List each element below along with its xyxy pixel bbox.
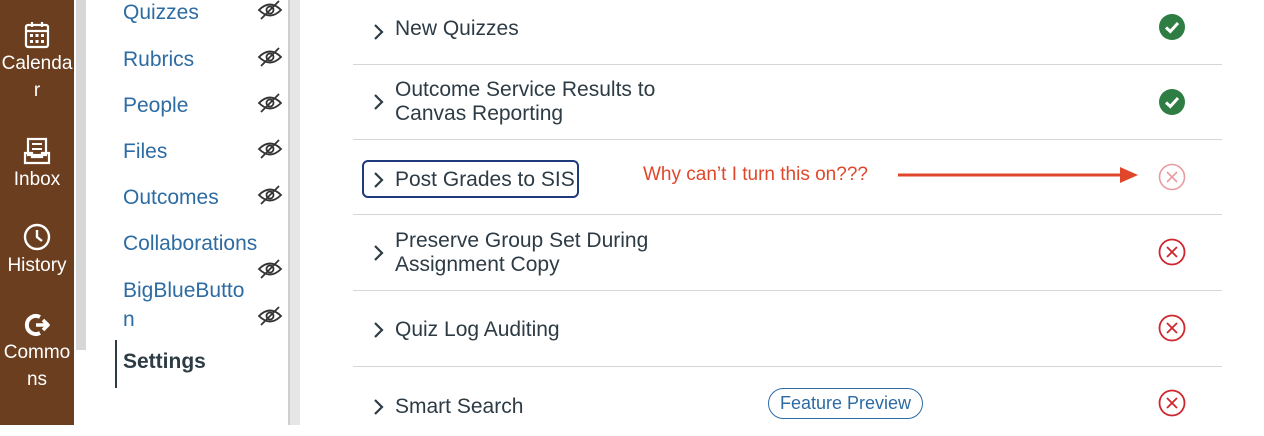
feature-title[interactable]: Smart Search xyxy=(395,395,523,419)
chevron-right-icon[interactable] xyxy=(371,243,385,263)
course-nav-settings[interactable]: Settings xyxy=(123,350,206,374)
global-nav-inbox[interactable]: Inbox xyxy=(0,136,74,193)
feature-preview-badge: Feature Preview xyxy=(768,388,924,419)
global-nav: Calenda r Inbox History Commo ns xyxy=(0,0,74,425)
feature-row: Preserve Group Set During Assignment Cop… xyxy=(353,214,1222,291)
global-nav-calendar-label-line2: r xyxy=(33,80,41,101)
chevron-right-icon[interactable] xyxy=(371,320,385,340)
course-nav-quizzes[interactable]: Quizzes xyxy=(123,0,199,27)
course-nav-collaborations[interactable]: Collaborations xyxy=(123,229,257,258)
panel-divider xyxy=(288,0,300,425)
calendar-icon xyxy=(24,22,50,49)
course-nav-outcomes[interactable]: Outcomes xyxy=(123,183,219,212)
check-circle-icon[interactable] xyxy=(1158,88,1186,116)
chevron-right-icon[interactable] xyxy=(371,92,385,112)
eye-slash-icon[interactable] xyxy=(257,0,283,20)
eye-slash-icon[interactable] xyxy=(257,185,283,205)
global-nav-calendar-label-line1: Calenda xyxy=(1,53,73,74)
feature-title[interactable]: New Quizzes xyxy=(395,17,519,41)
eye-slash-icon[interactable] xyxy=(257,93,283,113)
course-nav-bigbluebutton-line1: BigBlueButto xyxy=(123,279,245,302)
global-nav-commons-label-line1: Commo xyxy=(3,342,71,363)
annotation-arrow-icon xyxy=(898,167,1138,183)
feature-row: Outcome Service Results to Canvas Report… xyxy=(353,64,1222,140)
global-nav-commons[interactable]: Commo ns xyxy=(0,311,74,393)
global-nav-history[interactable]: History xyxy=(0,222,74,279)
x-circle-icon[interactable] xyxy=(1158,314,1186,342)
eye-slash-icon[interactable] xyxy=(257,306,283,326)
check-circle-icon[interactable] xyxy=(1158,13,1186,41)
focus-ring xyxy=(362,160,579,198)
course-nav: Quizzes Rubrics People Files Outcomes Co… xyxy=(88,0,288,425)
active-indicator xyxy=(115,340,117,388)
feature-row: New Quizzes xyxy=(353,0,1222,65)
feature-title[interactable]: Quiz Log Auditing xyxy=(395,318,560,342)
commons-icon xyxy=(24,314,50,336)
eye-slash-icon[interactable] xyxy=(257,259,283,279)
eye-slash-icon[interactable] xyxy=(257,47,283,67)
x-circle-icon[interactable] xyxy=(1158,163,1186,191)
global-nav-inbox-label: Inbox xyxy=(13,169,61,190)
chevron-right-icon[interactable] xyxy=(371,22,385,42)
eye-slash-icon[interactable] xyxy=(257,139,283,159)
x-circle-icon[interactable] xyxy=(1158,238,1186,266)
course-nav-files[interactable]: Files xyxy=(123,137,167,166)
x-circle-icon[interactable] xyxy=(1158,389,1186,417)
feature-title-line1: Outcome Service Results to xyxy=(395,78,656,101)
feature-title-line1: Preserve Group Set During xyxy=(395,229,649,252)
feature-title-line2: Canvas Reporting xyxy=(395,102,564,125)
course-nav-rubrics[interactable]: Rubrics xyxy=(123,45,194,74)
inbox-icon xyxy=(23,137,51,165)
chevron-right-icon[interactable] xyxy=(371,397,385,417)
clock-icon xyxy=(23,223,51,251)
annotation-text: Why can’t I turn this on??? xyxy=(643,164,868,185)
feature-title-line2: Assignment Copy xyxy=(395,253,560,276)
feature-title[interactable]: Preserve Group Set During Assignment Cop… xyxy=(395,229,648,277)
course-nav-bigbluebutton-line2: n xyxy=(123,308,135,331)
global-nav-history-label: History xyxy=(7,255,67,276)
global-nav-scrollbar[interactable] xyxy=(76,0,86,350)
course-nav-people[interactable]: People xyxy=(123,91,188,120)
course-nav-bigbluebutton[interactable]: BigBlueButto n xyxy=(123,276,244,334)
global-nav-calendar[interactable]: Calenda r xyxy=(0,20,74,104)
global-nav-commons-label-line2: ns xyxy=(26,369,48,390)
feature-title[interactable]: Outcome Service Results to Canvas Report… xyxy=(395,78,655,126)
feature-row: Quiz Log Auditing xyxy=(353,290,1222,367)
